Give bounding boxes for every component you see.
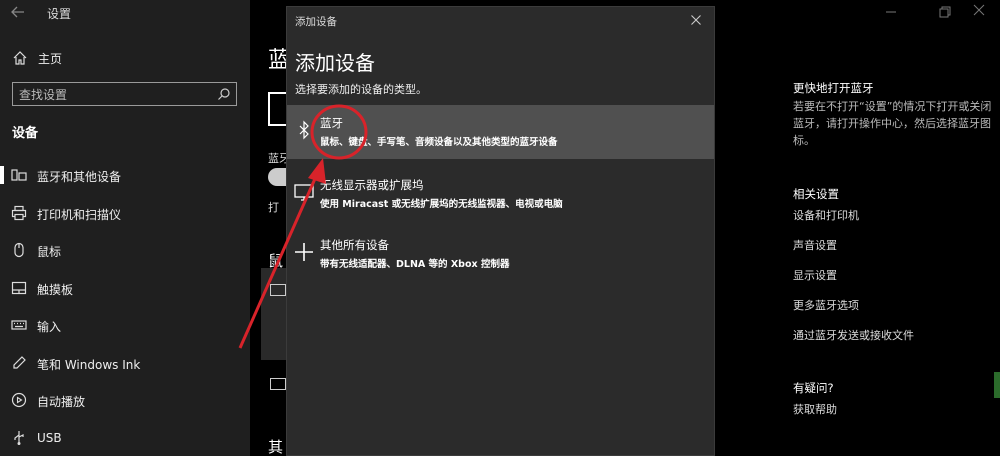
- sidebar-item-label: 笔和 Windows Ink: [37, 358, 141, 372]
- search-icon[interactable]: [217, 87, 231, 101]
- link-sound-settings[interactable]: 声音设置: [793, 237, 837, 253]
- option-description: 带有无线适配器、DLNA 等的 Xbox 控制器: [320, 259, 510, 270]
- related-settings-heading: 相关设置: [793, 187, 839, 201]
- settings-titlebar: 设置: [0, 0, 250, 26]
- sidebar-item-label: 蓝牙和其他设备: [37, 170, 122, 184]
- option-description: 使用 Miracast 或无线扩展坞的无线监视器、电视或电脑: [320, 199, 563, 210]
- settings-sidebar: 设置 主页 设备 蓝牙和其他设备 打印机和扫描仪 鼠标 触摸板 输入 笔和 Wi…: [0, 0, 250, 456]
- dialog-titlebar: 添加设备: [287, 7, 714, 33]
- dialog-title: 添加设备: [295, 16, 337, 28]
- back-button[interactable]: [10, 4, 26, 20]
- sidebar-item-label: 打印机和扫描仪: [37, 208, 122, 222]
- minimize-button[interactable]: [884, 5, 898, 19]
- monitor-icon: [294, 184, 314, 201]
- link-devices-printers[interactable]: 设备和打印机: [793, 207, 859, 223]
- quick-bluetooth-heading: 更快地打开蓝牙: [793, 81, 874, 95]
- option-everything-else[interactable]: 其他所有设备 带有无线适配器、DLNA 等的 Xbox 控制器: [287, 227, 714, 281]
- quick-bluetooth-description: 若要在不打开“设置”的情况下打开或关闭蓝牙，请打开操作中心，然后选择蓝牙图标。: [793, 100, 992, 147]
- plus-icon: [295, 243, 313, 261]
- dialog-close-button[interactable]: [689, 11, 703, 27]
- link-display-settings[interactable]: 显示设置: [793, 267, 837, 283]
- touchpad-icon: [11, 281, 27, 295]
- sidebar-item-bluetooth-devices[interactable]: 蓝牙和其他设备: [0, 160, 250, 190]
- option-wireless-display[interactable]: 无线显示器或扩展坞 使用 Miracast 或无线扩展坞的无线监视器、电视或电脑: [287, 167, 714, 221]
- close-icon: [973, 4, 985, 16]
- bluetooth-devices-icon: [11, 169, 27, 181]
- minimize-icon: [886, 11, 896, 13]
- autoplay-icon: [11, 392, 27, 408]
- sidebar-item-label: USB: [37, 431, 62, 445]
- toggle-state-label: 打: [268, 201, 279, 214]
- usb-icon: [14, 431, 24, 445]
- keyboard-icon: [270, 284, 286, 296]
- printer-icon: [11, 205, 27, 221]
- scrollbar-thumb[interactable]: [994, 372, 1000, 398]
- keyboard-icon: [270, 378, 286, 390]
- sidebar-item-label: 自动播放: [37, 395, 86, 409]
- app-title: 设置: [47, 7, 72, 21]
- sidebar-item-printers[interactable]: 打印机和扫描仪: [0, 198, 250, 228]
- link-get-help[interactable]: 获取帮助: [793, 401, 837, 417]
- option-title: 蓝牙: [320, 116, 343, 130]
- link-more-bluetooth-options[interactable]: 更多蓝牙选项: [793, 297, 859, 313]
- search-input[interactable]: [19, 87, 199, 103]
- sidebar-item-label: 触摸板: [37, 283, 74, 297]
- back-arrow-icon: [11, 6, 24, 18]
- other-devices-heading: 其: [268, 438, 284, 456]
- option-bluetooth[interactable]: 蓝牙 鼠标、键盘、手写笔、音频设备以及其他类型的蓝牙设备: [287, 105, 714, 159]
- close-icon: [691, 15, 701, 25]
- restore-icon: [939, 6, 951, 18]
- pen-icon: [13, 356, 26, 369]
- sidebar-item-usb[interactable]: USB: [0, 423, 250, 453]
- sidebar-item-typing[interactable]: 输入: [0, 310, 250, 340]
- dialog-subtitle: 选择要添加的设备的类型。: [295, 83, 427, 96]
- questions-heading: 有疑问?: [793, 381, 834, 395]
- search-box[interactable]: [12, 82, 237, 106]
- bluetooth-icon: [299, 120, 309, 140]
- add-device-dialog: 添加设备 添加设备 选择要添加的设备的类型。 蓝牙 鼠标、键盘、手写笔、音频设备…: [286, 6, 715, 456]
- option-description: 鼠标、键盘、手写笔、音频设备以及其他类型的蓝牙设备: [320, 137, 558, 148]
- restore-button[interactable]: [938, 5, 952, 19]
- dialog-heading: 添加设备: [295, 51, 375, 75]
- sidebar-item-label: 主页: [38, 52, 63, 66]
- close-window-button[interactable]: [972, 3, 986, 17]
- keyboard-icon: [11, 320, 27, 330]
- home-icon: [13, 51, 27, 65]
- sidebar-item-home[interactable]: 主页: [0, 44, 250, 72]
- link-send-receive-files[interactable]: 通过蓝牙发送或接收文件: [793, 327, 914, 343]
- option-title: 其他所有设备: [320, 238, 389, 252]
- option-title: 无线显示器或扩展坞: [320, 178, 424, 192]
- sidebar-item-pen[interactable]: 笔和 Windows Ink: [0, 348, 250, 378]
- sidebar-item-touchpad[interactable]: 触摸板: [0, 273, 250, 303]
- sidebar-item-label: 输入: [37, 320, 62, 334]
- sidebar-item-label: 鼠标: [37, 245, 62, 259]
- sidebar-item-mouse[interactable]: 鼠标: [0, 235, 250, 265]
- section-title: 设备: [12, 126, 39, 141]
- sidebar-item-autoplay[interactable]: 自动播放: [0, 385, 250, 415]
- mouse-icon: [14, 242, 24, 258]
